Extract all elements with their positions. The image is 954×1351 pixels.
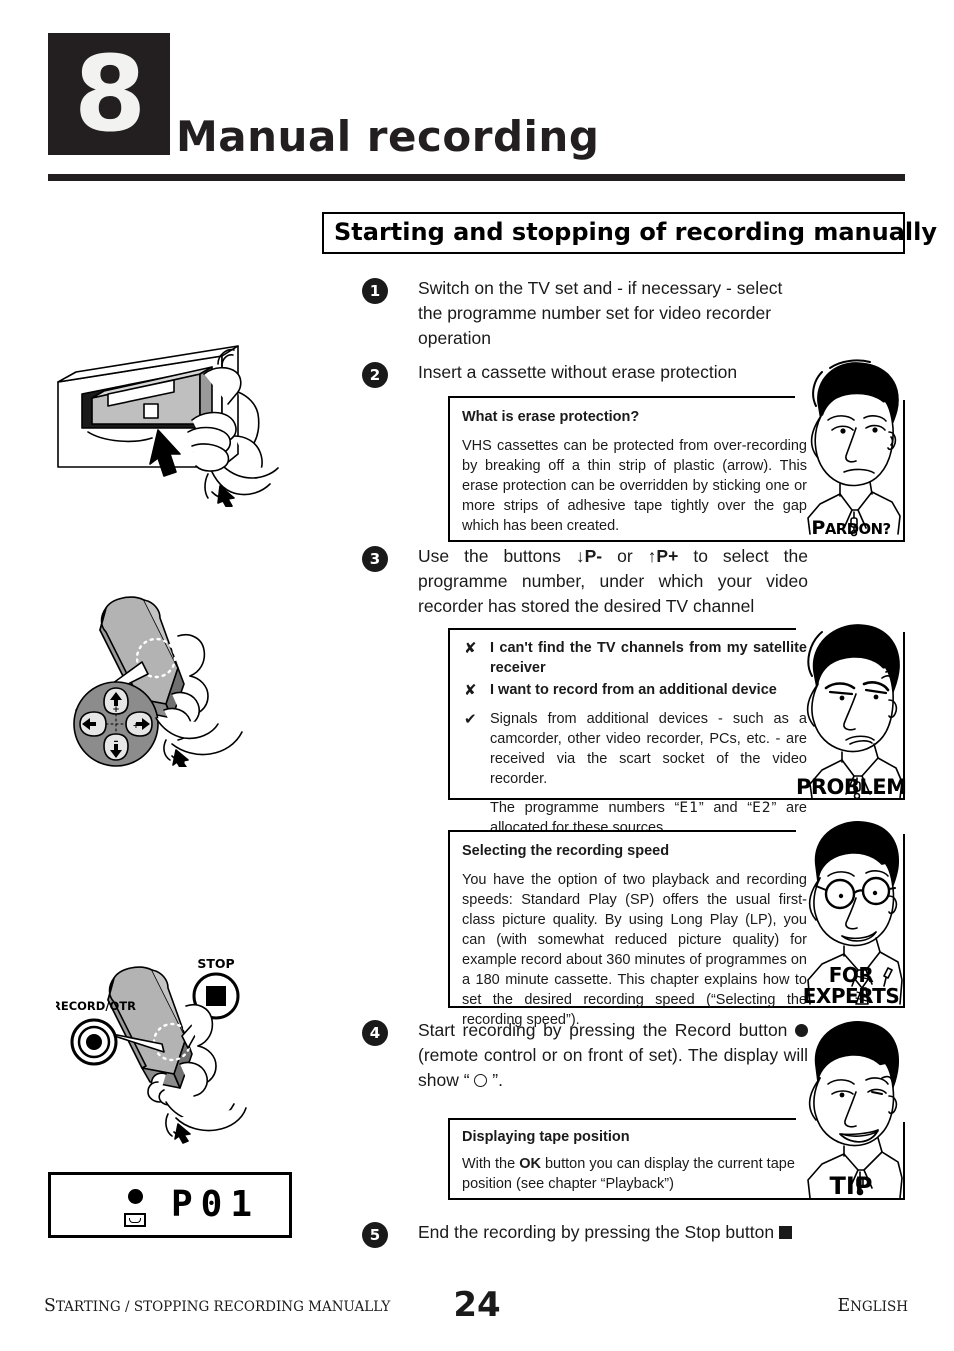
cartoon-caption-for-experts: FOR EXPERTS (802, 963, 900, 1008)
illustration-label-stop: STOP (197, 956, 234, 971)
info-box-recording-speed-title: Selecting the recording speed (462, 843, 670, 859)
check-icon: ✔ (464, 710, 477, 728)
step-text-3: Use the buttons ↓P- or ↑P+ to select the… (418, 546, 808, 616)
vcr-display-panel: P01 (48, 1172, 292, 1238)
illustration-cassette-insert (52, 342, 292, 507)
key-p-up: ↑P+ (647, 546, 679, 566)
record-display-icon (474, 1074, 488, 1087)
stop-button-icon (778, 1226, 792, 1239)
header-divider (48, 174, 905, 181)
info-box-erase-protection-title: What is erase protection? (462, 409, 640, 425)
step-text-5: End the recording by pressing the Stop b… (418, 1220, 808, 1245)
cartoon-problem: PROBLEM (796, 622, 907, 800)
cartoon-caption-pardon: PARDON? (811, 517, 891, 539)
cross-icon: ✘ (464, 639, 477, 657)
pardon-face-illustration (807, 359, 901, 537)
step-number-5: 5 (362, 1222, 388, 1248)
list-item-text: I can't find the TV channels from my sat… (490, 640, 807, 676)
step-number-3: 3 (362, 546, 388, 572)
cartoon-for-experts: FOR EXPERTS (796, 818, 906, 1008)
illustration-label-record: RECORD/OTR (56, 999, 136, 1013)
section-title: Starting and stopping of recording manua… (334, 218, 938, 246)
key-p-down: ↓P- (575, 546, 603, 566)
cassette-indicator-icon (124, 1213, 146, 1227)
key-ok: OK (519, 1156, 541, 1172)
info-box-erase-protection-text: VHS cassettes can be protected from over… (462, 438, 807, 534)
info-box-tape-position-title: Displaying tape position (462, 1129, 630, 1145)
step-text-1: Switch on the TV set and - if necessary … (418, 278, 783, 348)
info-box-recording-speed-text: You have the option of two playback and … (462, 872, 807, 1028)
record-indicator-icon (128, 1189, 143, 1204)
illustration-remote-programme-keys: + – + (60, 592, 290, 767)
step-number-1: 1 (362, 278, 388, 304)
chapter-badge: 8 (48, 33, 170, 155)
cartoon-tip: TIP (796, 1020, 906, 1200)
chapter-number: 8 (73, 33, 146, 155)
cartoon-pardon: PARDON? (796, 358, 906, 540)
list-item-text: Signals from additional devices - such a… (490, 711, 807, 787)
cartoon-caption-tip: TIP (829, 1172, 873, 1200)
step-text-4: Start recording by pressing the Record b… (418, 1020, 808, 1090)
cross-icon: ✘ (464, 681, 477, 699)
problem-item-list: ✘ I can't find the TV channels from my s… (462, 638, 807, 838)
page-title: Manual recording (176, 112, 600, 161)
vcr-display-programme: P01 (171, 1184, 261, 1225)
page-root: 8 Manual recording Starting and stopping… (0, 0, 954, 1351)
step-number-2: 2 (362, 362, 388, 388)
lcd-code-e1: E1 (679, 800, 699, 816)
page-number: 24 (453, 1285, 501, 1325)
footer-language-label: ENGLISH (837, 1296, 908, 1316)
problem-face-illustration (806, 624, 903, 800)
list-item-text: I want to record from an additional devi… (490, 682, 777, 698)
step-number-4: 4 (362, 1020, 388, 1046)
list-item: ✘ I can't find the TV channels from my s… (462, 638, 807, 678)
svg-text:+: + (133, 721, 140, 730)
step-text-2: Insert a cassette without erase protecti… (418, 362, 738, 382)
list-item: ✘ I want to record from an additional de… (462, 680, 807, 700)
cartoon-caption-problem: PROBLEM (796, 775, 907, 799)
lcd-code-e2: E2 (752, 800, 772, 816)
section-title-bar: Starting and stopping of recording manua… (322, 212, 937, 254)
list-item: ✔ Signals from additional devices - such… (462, 709, 807, 789)
info-box-tape-position-text: With the OK button you can display the c… (462, 1156, 795, 1192)
illustration-remote-record-stop: STOP RECORD/OTR (56, 952, 306, 1147)
